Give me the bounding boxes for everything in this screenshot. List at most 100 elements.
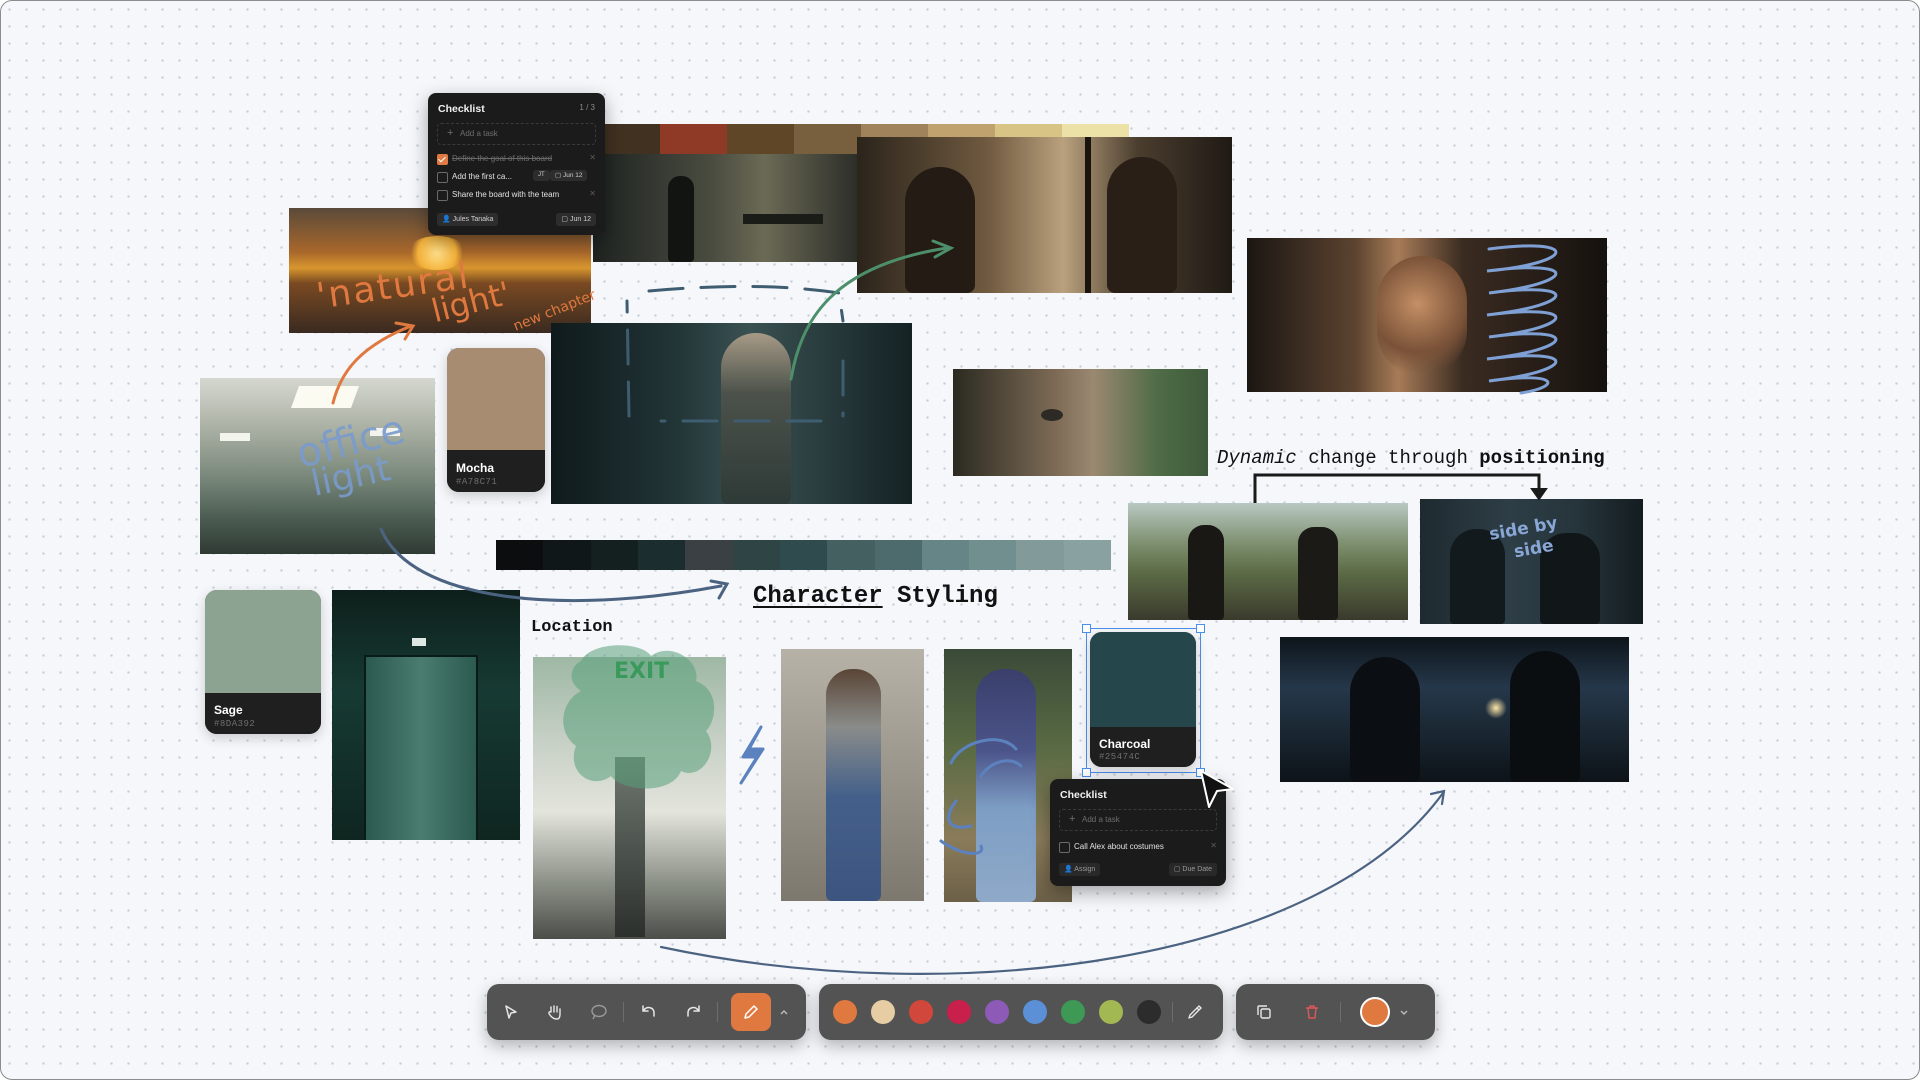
swatch-card-charcoal[interactable]: Charcoal #25474C [1090,632,1196,767]
checklist-item-label: Add the first ca... [452,172,513,181]
figure-left [1188,525,1224,620]
figure-right [1298,527,1338,620]
photo-elevator[interactable] [332,590,520,840]
elevator-door [364,655,478,840]
due-chip[interactable]: ▢ Jun 12 [550,170,588,181]
pen-options-chevron[interactable] [774,996,794,1028]
lasso-icon [591,1004,607,1020]
close-icon[interactable]: ✕ [1210,841,1217,850]
selection-handle[interactable] [1196,624,1205,633]
checklist-item[interactable]: Add the first ca... JT ▢ Jun 12 [437,169,596,185]
photo-eye-closeup[interactable] [953,369,1208,476]
ceiling-light [290,386,360,408]
palette-swatch [637,540,686,570]
swatch-hex: #A78C71 [456,477,498,487]
checkbox[interactable] [437,154,448,165]
undo-button[interactable] [633,996,665,1028]
checklist-item[interactable]: Share the board with the team ✕ [437,187,596,203]
checkbox[interactable] [437,172,448,183]
table-silhouette [743,214,823,224]
color-dot[interactable] [1023,1000,1047,1024]
exit-sign: EXIT [614,659,670,684]
checklist-title: Checklist [1060,789,1107,801]
palette-swatch [660,124,727,154]
close-icon[interactable]: ✕ [589,189,596,198]
palette-swatch [590,540,638,570]
palette-swatch [1016,540,1064,570]
swatch-color [1090,632,1196,727]
color-dot[interactable] [1061,1000,1085,1024]
add-task-field[interactable]: + Add a task [1059,809,1217,831]
bracket-arrow-head [1530,488,1548,501]
plus-icon: + [1069,813,1076,825]
photo-tunnel-woman[interactable] [551,323,912,504]
color-dot[interactable] [833,1000,857,1024]
chevron-up-icon [780,1010,788,1015]
caption-positioning: positioning [1479,447,1605,469]
toolbar-colors [819,984,1223,1040]
assignee-chip[interactable]: 👤 Jules Tanaka [437,213,499,226]
checkbox[interactable] [1059,842,1070,853]
checklist-item-label: Share the board with the team [452,190,560,199]
eyedropper-button[interactable] [1179,996,1211,1028]
toolbar-divider [623,1002,624,1022]
toolbar-actions [1236,984,1435,1040]
heading-styling: Styling [897,583,998,610]
color-options-chevron[interactable] [1394,996,1414,1028]
figure-right [1107,157,1177,293]
redo-button[interactable] [677,996,709,1028]
delete-button[interactable] [1296,996,1328,1028]
redo-icon [687,1005,700,1017]
photo-ice-rink[interactable] [1280,637,1629,782]
checklist-item[interactable]: Call Alex about costumes ✕ [1059,839,1217,855]
duplicate-button[interactable] [1248,996,1280,1028]
due-chip[interactable]: ▢ Jun 12 [556,213,596,226]
color-dot[interactable] [947,1000,971,1024]
color-dot[interactable] [985,1000,1009,1024]
add-task-field[interactable]: + Add a task [437,123,596,145]
checklist-item-label: Call Alex about costumes [1074,842,1164,851]
assignee-chip[interactable]: JT [533,170,550,181]
caption-dynamic: Dynamic [1217,447,1297,469]
close-icon[interactable]: ✕ [589,153,596,162]
lasso-tool-button[interactable] [583,996,615,1028]
palette-swatch [496,540,544,570]
palette-swatch [685,540,733,570]
color-dot[interactable] [1137,1000,1161,1024]
swatch-card-mocha[interactable]: Mocha #A78C71 [447,348,545,492]
selection-handle[interactable] [1082,768,1091,777]
color-dot[interactable] [1099,1000,1123,1024]
photo-hallway[interactable] [533,657,726,939]
select-tool-button[interactable] [495,996,527,1028]
hand-tool-button[interactable] [539,996,571,1028]
assign-chip[interactable]: 👤 Assign [1059,863,1101,876]
swatch-footer: Charcoal #25474C [1090,727,1196,767]
due-chip[interactable]: ▢ Due Date [1168,863,1217,876]
swatch-name: Mocha [456,461,495,475]
checklist-main[interactable]: Checklist 1 / 3 + Add a task Define the … [428,93,605,235]
color-dot[interactable] [909,1000,933,1024]
chevron-down-icon [1400,1010,1408,1015]
palette-swatch [727,124,794,154]
checkbox[interactable] [437,190,448,201]
current-color-button[interactable] [1360,997,1390,1027]
elevator-indicator [412,638,426,646]
palette-swatch [827,540,875,570]
photo-closeup-men[interactable] [1247,238,1607,392]
palette-swatch [732,540,780,570]
palette-swatch [779,540,828,570]
photo-kitchen[interactable] [593,154,857,262]
toolbar-divider [717,1002,718,1022]
cursor-icon [1200,770,1234,808]
add-task-placeholder: Add a task [460,129,498,138]
checklist-item[interactable]: Define the goal of this board ✕ [437,151,596,167]
whiteboard-canvas[interactable]: Mocha #A78C71 Sage #8DA392 Charcoal #254… [0,0,1920,1080]
swatch-card-sage[interactable]: Sage #8DA392 [205,590,321,734]
figure-silhouette [668,176,694,262]
pen-tool-button[interactable] [731,993,771,1031]
ceiling-light [220,433,250,441]
photo-girl-walking[interactable] [781,649,924,901]
photo-cafe[interactable] [857,137,1232,293]
photo-outdoor-seated[interactable] [1128,503,1408,620]
color-dot[interactable] [871,1000,895,1024]
